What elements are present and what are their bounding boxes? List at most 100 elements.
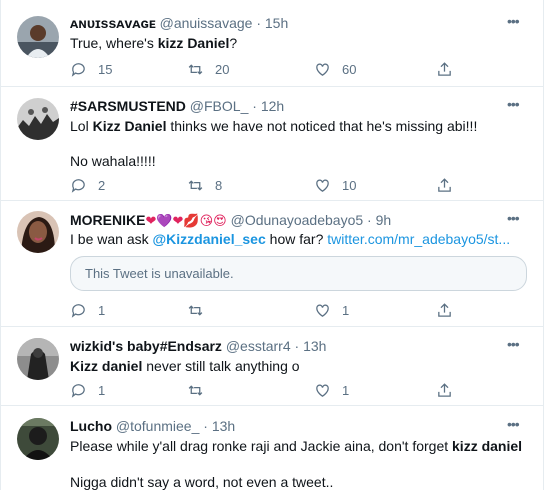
timestamp[interactable]: 13h xyxy=(303,338,326,354)
like-button[interactable]: 1 xyxy=(314,301,349,319)
like-count: 60 xyxy=(342,61,357,77)
retweet-count: 20 xyxy=(215,61,230,77)
text-segment: Lol xyxy=(70,118,93,134)
avatar[interactable] xyxy=(17,418,59,460)
avatar[interactable] xyxy=(17,16,59,58)
tweet-header: Lucho @tofunmiee_ · 13h xyxy=(70,417,503,435)
display-name[interactable]: Lucho xyxy=(70,418,112,434)
tweet-text: Please while y'all drag ronke raji and J… xyxy=(70,437,523,455)
retweet-button[interactable]: 20 xyxy=(187,60,229,78)
user-handle[interactable]: @FBOL_ xyxy=(190,98,249,114)
tweet-header: #SARSMUSTEND @FBOL_ · 12h xyxy=(70,97,503,115)
like-count: 10 xyxy=(342,177,357,193)
reply-button[interactable]: 1 xyxy=(70,381,105,399)
text-highlight: Kizz daniel xyxy=(70,358,143,374)
share-icon xyxy=(438,382,451,397)
tweet-text: Lol Kizz Daniel thinks we have not notic… xyxy=(70,117,523,135)
tweet-actions: 1 1 xyxy=(70,381,523,399)
reply-button[interactable]: 1 xyxy=(70,301,105,319)
text-highlight: kizz daniel xyxy=(452,438,523,454)
share-icon xyxy=(438,177,451,192)
url-link[interactable]: twitter.com/mr_adebayo5/st... xyxy=(327,231,510,247)
tweet-text: Kizz daniel never still talk anything o xyxy=(70,357,523,375)
share-button[interactable] xyxy=(436,60,464,78)
share-button[interactable] xyxy=(436,381,464,399)
user-handle[interactable]: @tofunmiee_ xyxy=(116,418,199,434)
tweet-actions: 15 20 60 xyxy=(70,60,523,78)
reply-count: 1 xyxy=(98,382,106,398)
more-icon[interactable]: ••• xyxy=(507,14,527,30)
separator: · xyxy=(203,418,208,434)
user-handle[interactable]: @anuissavage xyxy=(160,15,253,31)
heart-icon xyxy=(316,304,329,317)
user-handle[interactable]: @Odunayoadebayo5 xyxy=(231,212,364,228)
reply-count: 1 xyxy=(98,302,106,318)
quoted-unavailable-text: This Tweet is unavailable. xyxy=(85,266,234,281)
avatar[interactable] xyxy=(17,98,59,140)
like-button[interactable]: 1 xyxy=(314,381,349,399)
timestamp[interactable]: 9h xyxy=(376,212,392,228)
retweet-icon xyxy=(188,63,203,75)
more-icon[interactable]: ••• xyxy=(507,417,527,433)
heart-icon xyxy=(316,179,329,192)
display-name[interactable]: MORENIKE xyxy=(70,212,145,228)
tweet-actions: 1 1 xyxy=(70,301,523,319)
separator: · xyxy=(252,98,257,114)
like-button[interactable]: 10 xyxy=(314,176,356,194)
more-icon[interactable]: ••• xyxy=(507,211,527,227)
text-highlight: kizz Daniel xyxy=(157,35,230,51)
tweet-anuissavage[interactable]: ᴀɴᴜɪssᴀᴠᴀɢᴇ @anuissavage · 15h ••• True,… xyxy=(1,0,543,87)
quoted-tweet-card[interactable]: This Tweet is unavailable. xyxy=(70,256,527,291)
tweet-text-line2: No wahala!!!!! xyxy=(70,153,156,169)
timestamp[interactable]: 13h xyxy=(212,418,235,434)
reply-icon xyxy=(71,62,85,77)
tweet-wizkids-baby[interactable]: wizkid's baby#Endsarz @esstarr4 · 13h ••… xyxy=(1,327,543,406)
retweet-count: 8 xyxy=(215,177,223,193)
reply-icon xyxy=(71,178,85,193)
display-name[interactable]: #SARSMUSTEND xyxy=(70,98,186,114)
tweet-lucho[interactable]: Lucho @tofunmiee_ · 13h ••• Please while… xyxy=(1,406,543,490)
user-handle[interactable]: @esstarr4 xyxy=(226,338,291,354)
more-icon[interactable]: ••• xyxy=(507,337,527,353)
tweet-sarsmustend[interactable]: #SARSMUSTEND @FBOL_ · 12h ••• Lol Kizz D… xyxy=(1,87,543,201)
tweet-text: I be wan ask @Kizzdaniel_sec how far? tw… xyxy=(70,230,523,248)
reply-count: 15 xyxy=(98,61,113,77)
timestamp[interactable]: 15h xyxy=(265,15,288,31)
tweet-morenike[interactable]: MORENIKE❤💜❤💋😘😍 @Odunayoadebayo5 · 9h •••… xyxy=(1,201,543,327)
separator: · xyxy=(294,338,300,354)
avatar[interactable] xyxy=(17,338,59,380)
tweet-header: wizkid's baby#Endsarz @esstarr4 · 13h xyxy=(70,337,503,355)
reply-button[interactable]: 2 xyxy=(70,176,105,194)
reply-button[interactable]: 15 xyxy=(70,60,112,78)
reply-icon xyxy=(71,303,85,318)
mention-link[interactable]: @Kizzdaniel_sec xyxy=(153,231,266,247)
separator: · xyxy=(256,15,261,31)
avatar[interactable] xyxy=(17,211,59,253)
like-count: 1 xyxy=(342,382,350,398)
more-icon[interactable]: ••• xyxy=(507,97,527,113)
retweet-icon xyxy=(188,384,203,396)
share-button[interactable] xyxy=(436,301,464,319)
text-segment: .. xyxy=(522,438,523,454)
display-name[interactable]: wizkid's baby#Endsarz xyxy=(70,338,222,354)
retweet-button[interactable] xyxy=(187,301,215,319)
tweet-header: ᴀɴᴜɪssᴀᴠᴀɢᴇ @anuissavage · 15h xyxy=(70,14,503,32)
retweet-button[interactable] xyxy=(187,381,215,399)
share-button[interactable] xyxy=(436,176,464,194)
share-icon xyxy=(438,61,451,76)
text-segment: Please while y'all drag ronke raji and J… xyxy=(70,438,453,454)
like-button[interactable]: 60 xyxy=(314,60,356,78)
like-count: 1 xyxy=(342,302,350,318)
reply-icon xyxy=(71,383,85,398)
tweet-text: True, where's kizz Daniel? xyxy=(70,34,523,52)
reply-count: 2 xyxy=(98,177,106,193)
text-segment: True, where's xyxy=(70,35,158,51)
tweet-header: MORENIKE❤💜❤💋😘😍 @Odunayoadebayo5 · 9h xyxy=(70,211,503,229)
timestamp[interactable]: 12h xyxy=(261,98,284,114)
retweet-icon xyxy=(188,304,203,316)
display-name[interactable]: ᴀɴᴜɪssᴀᴠᴀɢᴇ xyxy=(70,15,156,31)
heart-icon xyxy=(316,384,329,397)
name-emojis: ❤💜❤💋😘😍 xyxy=(145,214,227,229)
retweet-button[interactable]: 8 xyxy=(187,176,222,194)
text-segment: I be wan ask xyxy=(70,231,153,247)
